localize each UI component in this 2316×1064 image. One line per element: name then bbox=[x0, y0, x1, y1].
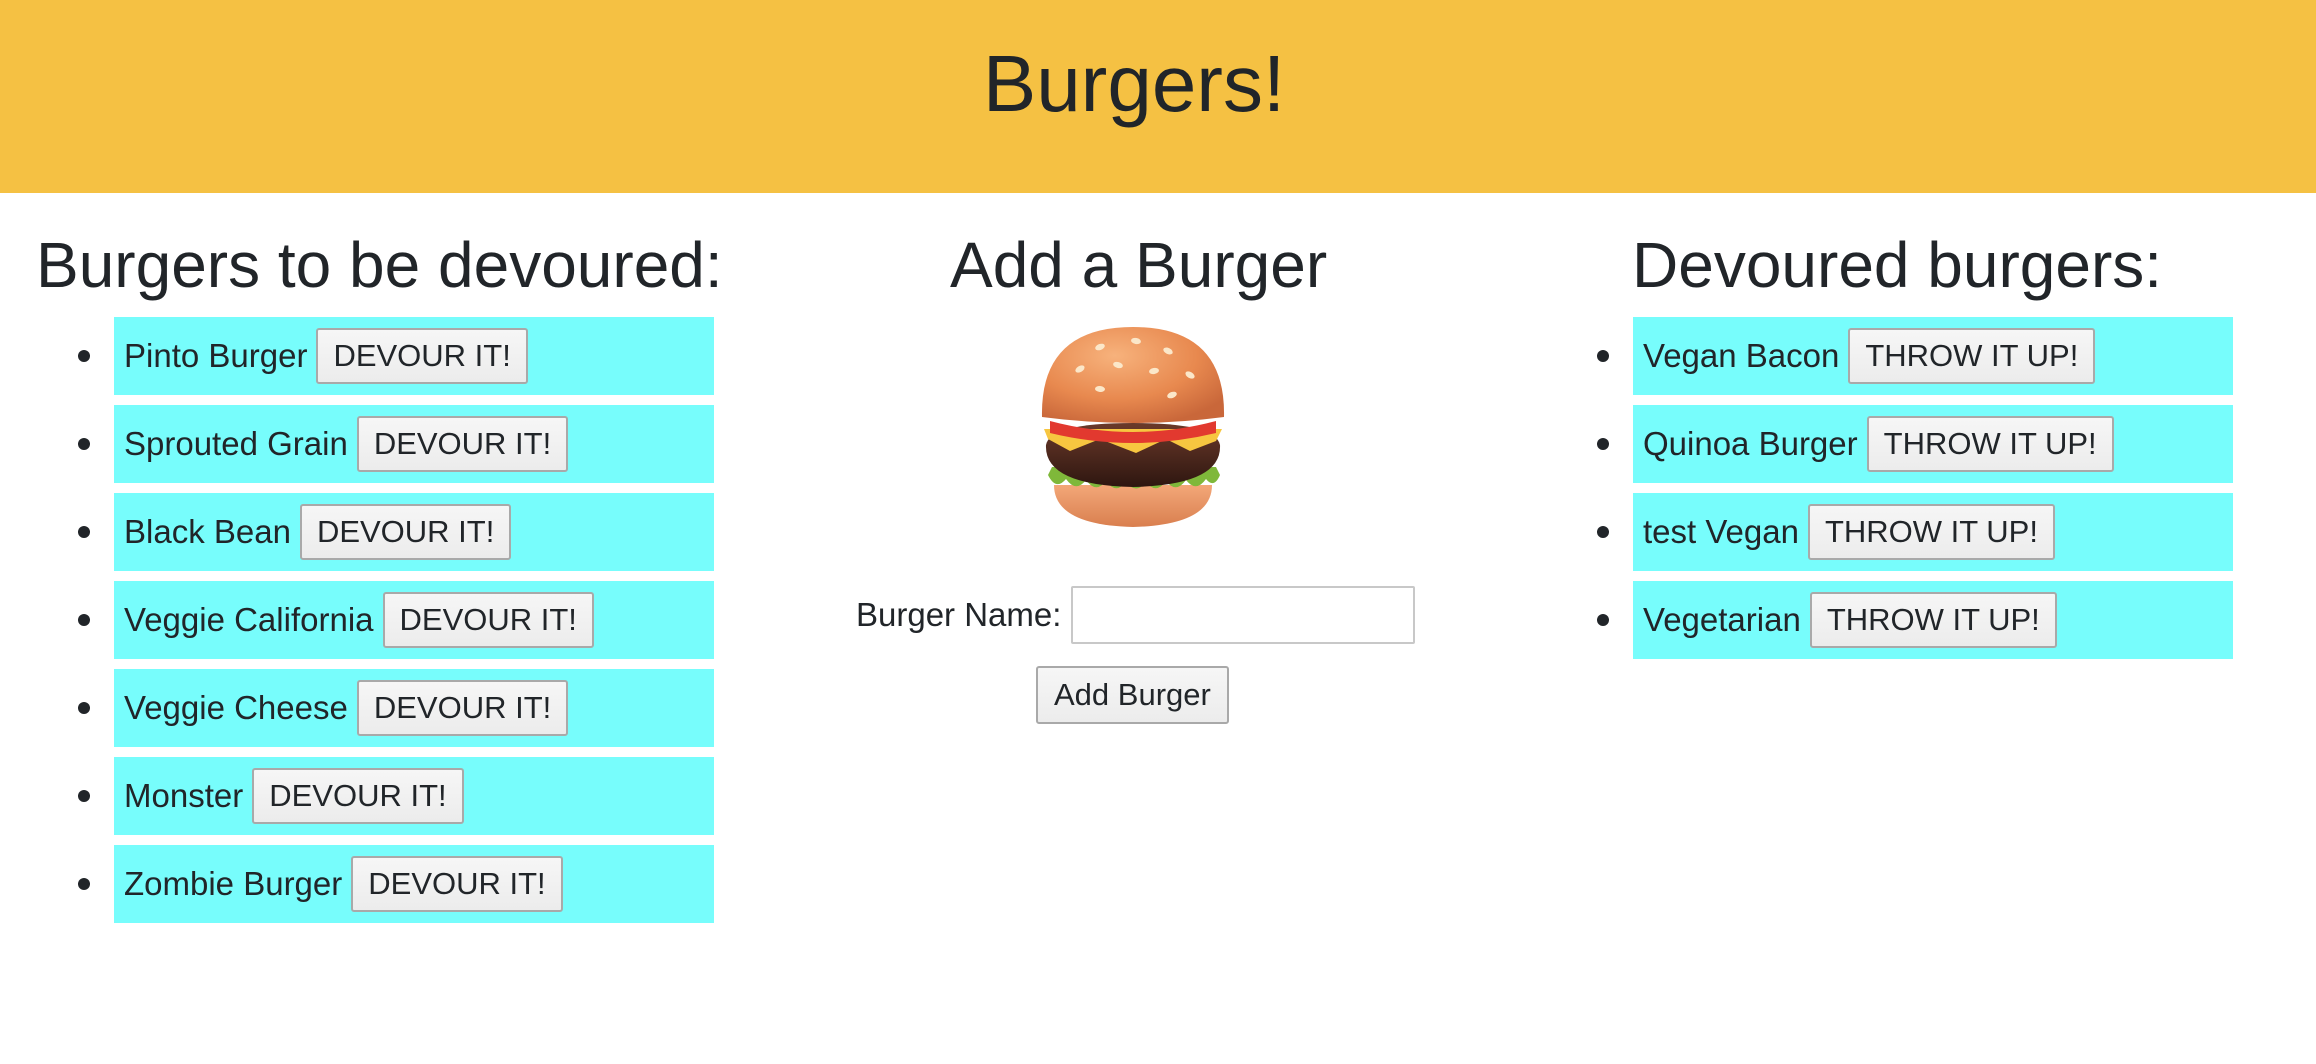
throw-up-button[interactable]: THROW IT UP! bbox=[1807, 504, 2055, 560]
burger-name: Vegetarian bbox=[1643, 601, 1801, 638]
burger-name: test Vegan bbox=[1643, 513, 1799, 550]
devoured-title: Devoured burgers: bbox=[1632, 229, 2163, 301]
burger-name-label: Burger Name: bbox=[856, 596, 1062, 633]
throw-up-button[interactable]: THROW IT UP! bbox=[1848, 328, 2096, 384]
bullet-icon bbox=[78, 526, 90, 538]
add-burger-title: Add a Burger bbox=[950, 229, 1328, 301]
devour-button[interactable]: DEVOUR IT! bbox=[356, 416, 569, 472]
list-item: test Vegan THROW IT UP! bbox=[1597, 493, 2233, 571]
bullet-icon bbox=[1597, 438, 1609, 450]
burger-name-input[interactable] bbox=[1071, 586, 1416, 644]
list-item: Zombie Burger DEVOUR IT! bbox=[78, 845, 714, 923]
devour-button[interactable]: DEVOUR IT! bbox=[316, 328, 528, 384]
burger-name: Sprouted Grain bbox=[124, 425, 348, 462]
bullet-icon bbox=[78, 790, 90, 802]
devour-button[interactable]: DEVOUR IT! bbox=[299, 504, 512, 560]
burger-name: Vegan Bacon bbox=[1643, 337, 1840, 374]
devour-button[interactable]: DEVOUR IT! bbox=[252, 768, 464, 824]
bullet-icon bbox=[78, 438, 90, 450]
bullet-icon bbox=[1597, 350, 1609, 362]
list-item: Black Bean DEVOUR IT! bbox=[78, 493, 714, 571]
list-item: Vegetarian THROW IT UP! bbox=[1597, 581, 2233, 659]
burger-name: Veggie Cheese bbox=[124, 689, 348, 726]
devour-button[interactable]: DEVOUR IT! bbox=[382, 592, 594, 648]
page-title: Burgers! bbox=[982, 39, 1286, 128]
burger-name: Veggie California bbox=[124, 601, 374, 638]
to-devour-title: Burgers to be devoured: bbox=[36, 229, 723, 301]
list-item: Quinoa Burger THROW IT UP! bbox=[1597, 405, 2233, 483]
burger-name: Pinto Burger bbox=[124, 337, 308, 374]
devour-button[interactable]: DEVOUR IT! bbox=[351, 856, 563, 912]
bullet-icon bbox=[1597, 614, 1609, 626]
list-item: Sprouted Grain DEVOUR IT! bbox=[78, 405, 714, 483]
throw-up-button[interactable]: THROW IT UP! bbox=[1866, 416, 2114, 472]
bullet-icon bbox=[78, 614, 90, 626]
burger-name: Monster bbox=[124, 777, 244, 814]
burger-name: Zombie Burger bbox=[124, 865, 343, 902]
to-devour-list: Pinto Burger DEVOUR IT! Sprouted Grain DEV… bbox=[78, 317, 714, 933]
burger-name-form: Burger Name: bbox=[856, 586, 1416, 644]
burger-name: Black Bean bbox=[124, 513, 291, 550]
add-burger-button[interactable]: Add Burger bbox=[1036, 666, 1229, 724]
throw-up-button[interactable]: THROW IT UP! bbox=[1809, 592, 2057, 648]
list-item: Monster DEVOUR IT! bbox=[78, 757, 714, 835]
bullet-icon bbox=[78, 702, 90, 714]
burger-name: Quinoa Burger bbox=[1643, 425, 1858, 462]
list-item: Vegan Bacon THROW IT UP! bbox=[1597, 317, 2233, 395]
page-header: Burgers! bbox=[0, 0, 2316, 193]
list-item: Pinto Burger DEVOUR IT! bbox=[78, 317, 714, 395]
devoured-list: Vegan Bacon THROW IT UP! Quinoa Burger THR… bbox=[1597, 317, 2233, 669]
bullet-icon bbox=[78, 878, 90, 890]
hamburger-icon bbox=[1041, 327, 1225, 527]
devour-button[interactable]: DEVOUR IT! bbox=[356, 680, 569, 736]
list-item: Veggie Cheese DEVOUR IT! bbox=[78, 669, 714, 747]
bullet-icon bbox=[1597, 526, 1609, 538]
bullet-icon bbox=[78, 350, 90, 362]
list-item: Veggie California DEVOUR IT! bbox=[78, 581, 714, 659]
